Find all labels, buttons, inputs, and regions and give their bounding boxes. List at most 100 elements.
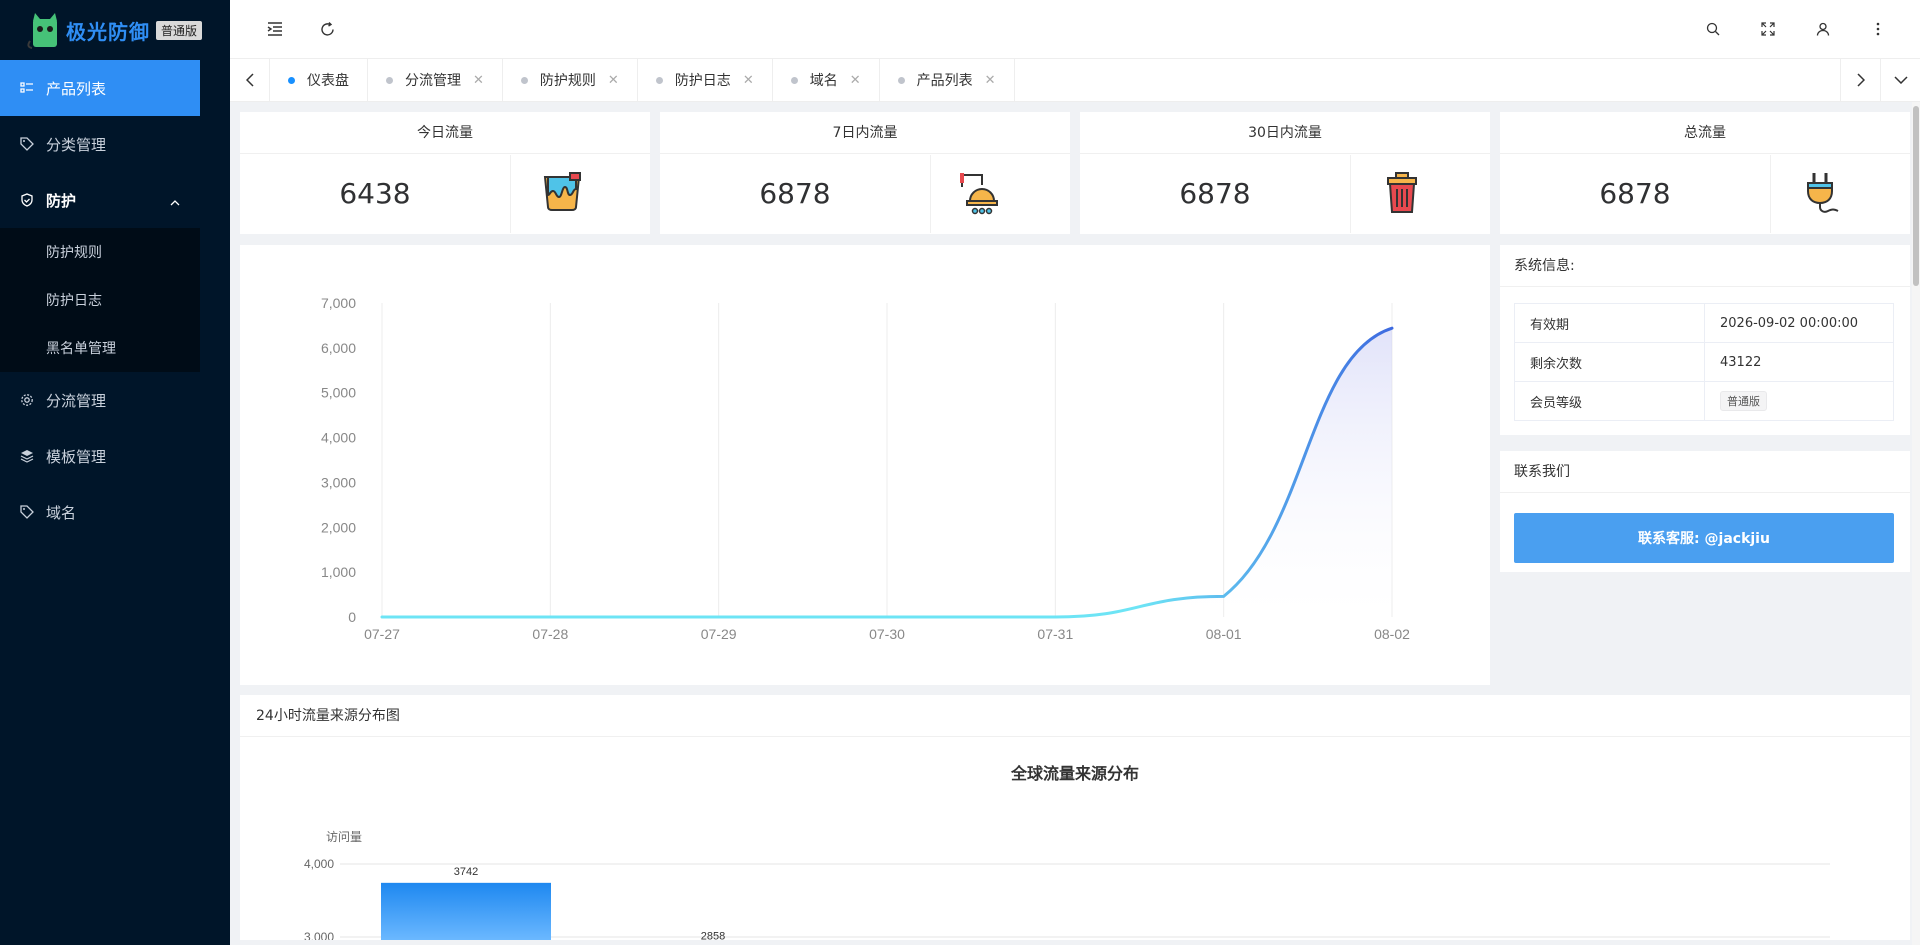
- sidebar-item-templates[interactable]: 模板管理: [0, 428, 230, 484]
- edition-badge: 普通版: [156, 20, 203, 40]
- more-vertical-icon[interactable]: [1868, 19, 1888, 39]
- close-icon[interactable]: ✕: [608, 73, 619, 88]
- y-tick-label: 4,000: [321, 430, 356, 446]
- scrollbar-thumb[interactable]: [1913, 106, 1919, 286]
- y-tick-label: 1,000: [321, 564, 356, 580]
- menu-fold-icon[interactable]: [265, 19, 285, 39]
- refresh-icon[interactable]: [317, 19, 337, 39]
- tab-protection-logs[interactable]: 防护日志 ✕: [638, 59, 773, 101]
- sidebar-item-label: 防护: [46, 191, 77, 210]
- tab-status-dot: [288, 76, 295, 84]
- sidebar-item-product-list[interactable]: 产品列表: [0, 60, 200, 116]
- close-icon[interactable]: ✕: [743, 73, 754, 88]
- logo[interactable]: 极光防御 普通版: [0, 0, 230, 60]
- data-label: 3742: [454, 866, 478, 878]
- x-tick-label: 07-28: [532, 626, 568, 642]
- tab-label: 防护规则: [539, 73, 596, 89]
- contact-title: 联系我们: [1500, 451, 1910, 493]
- tab-scroll-right-icon[interactable]: [1840, 59, 1880, 101]
- x-tick-label: 07-27: [364, 626, 400, 642]
- lamp-icon: [960, 173, 998, 215]
- close-icon[interactable]: ✕: [850, 73, 861, 88]
- tab-domain[interactable]: 域名 ✕: [773, 59, 880, 101]
- x-tick-label: 08-02: [1374, 626, 1410, 642]
- tab-traffic-split[interactable]: 分流管理 ✕: [368, 59, 503, 101]
- tab-label: 分流管理: [405, 73, 461, 89]
- system-info-title: 系统信息:: [1500, 245, 1910, 287]
- sidebar-item-label: 产品列表: [46, 79, 107, 98]
- close-icon[interactable]: ✕: [985, 73, 996, 88]
- y-tick-label: 7,000: [321, 295, 356, 311]
- info-value: 43122: [1704, 342, 1894, 382]
- stat-card-today: 今日流量 6438: [240, 112, 650, 234]
- panel-title: 24小时流量来源分布图: [240, 695, 1910, 737]
- search-icon[interactable]: [1703, 19, 1723, 39]
- stat-title: 30日内流量: [1080, 112, 1490, 154]
- traffic-trend-chart: 0 1,000 2,000 3,000 4,000 5,000 6,000 7,000 07-2…: [321, 295, 1410, 642]
- traffic-trend-card: 0 1,000 2,000 3,000 4,000 5,000 6,000 7,000 07-2…: [240, 245, 1490, 685]
- stat-card-7days: 7日内流量 6878: [660, 112, 1070, 234]
- list-icon: [20, 81, 34, 95]
- sidebar-item-label: 域名: [46, 503, 77, 522]
- contact-card: 联系我们 联系客服: @jackjiu: [1500, 451, 1910, 572]
- app-name: 极光防御: [66, 19, 150, 44]
- shield-icon: [20, 193, 34, 207]
- sidebar-item-protection[interactable]: 防护: [0, 172, 230, 228]
- tab-scroll-left-icon[interactable]: [230, 59, 270, 101]
- membership-tag: 普通版: [1720, 391, 1767, 411]
- y-tick-label: 6,000: [321, 340, 356, 356]
- sidebar-item-protection-logs[interactable]: 防护日志: [0, 276, 200, 324]
- fullscreen-icon[interactable]: [1758, 19, 1778, 39]
- info-label: 会员等级: [1514, 381, 1705, 421]
- y-tick-label: 2,000: [321, 519, 356, 535]
- stat-title: 7日内流量: [660, 112, 1070, 154]
- info-label: 有效期: [1514, 303, 1705, 343]
- tab-label: 仪表盘: [307, 73, 349, 89]
- tab-label: 域名: [809, 73, 838, 89]
- info-value: 2026-09-02 00:00:00: [1704, 303, 1894, 343]
- tab-list: 仪表盘 分流管理 ✕ 防护规则 ✕ 防护日志 ✕ 域名 ✕ 产品列表 ✕: [270, 59, 1015, 101]
- plug-icon: [1807, 173, 1839, 213]
- stat-card-30days: 30日内流量 6878: [1080, 112, 1490, 234]
- sidebar-item-traffic-split[interactable]: 分流管理: [0, 372, 230, 428]
- info-label: 剩余次数: [1514, 342, 1705, 382]
- page-scrollbar[interactable]: [1912, 102, 1920, 945]
- sidebar-item-domain[interactable]: 域名: [0, 484, 230, 540]
- contact-support-button[interactable]: 联系客服: @jackjiu: [1514, 513, 1894, 563]
- sidebar-item-label: 分流管理: [46, 391, 107, 410]
- tab-dashboard[interactable]: 仪表盘: [270, 59, 368, 101]
- sidebar-item-label: 分类管理: [46, 135, 107, 154]
- table-row: 会员等级 普通版: [1514, 381, 1894, 421]
- stat-title: 总流量: [1500, 112, 1910, 154]
- tab-status-dot: [386, 76, 393, 84]
- sidebar-item-category[interactable]: 分类管理: [0, 116, 230, 172]
- x-tick-label: 07-29: [701, 626, 737, 642]
- tab-bar: 仪表盘 分流管理 ✕ 防护规则 ✕ 防护日志 ✕ 域名 ✕ 产品列表 ✕: [230, 58, 1920, 102]
- stat-card-total: 总流量 6878: [1500, 112, 1910, 234]
- layers-icon: [20, 449, 34, 463]
- y-axis-label: 访问量: [326, 830, 362, 844]
- y-tick-label: 5,000: [321, 385, 356, 401]
- tab-protection-rules[interactable]: 防护规则 ✕: [503, 59, 638, 101]
- chart-title: 全球流量来源分布: [1010, 764, 1139, 783]
- y-tick-label: 3,000: [321, 474, 356, 490]
- gear-icon: [20, 393, 34, 407]
- table-row: 剩余次数 43122: [1514, 342, 1894, 382]
- tab-menu-chevron-down-icon[interactable]: [1880, 59, 1920, 101]
- x-tick-label: 08-01: [1206, 626, 1242, 642]
- submenu-protection: 防护规则 防护日志 黑名单管理: [0, 228, 200, 372]
- system-info-card: 系统信息: 有效期 2026-09-02 00:00:00 剩余次数 43122…: [1500, 245, 1910, 435]
- close-icon[interactable]: ✕: [473, 73, 484, 88]
- sidebar: 极光防御 普通版 产品列表 分类管理 防护 防护规则 防护日志 黑名单管理 分流…: [0, 0, 230, 945]
- sidebar-item-protection-rules[interactable]: 防护规则: [0, 228, 200, 276]
- tab-product-list[interactable]: 产品列表 ✕: [880, 59, 1015, 101]
- traffic-source-card: 24小时流量来源分布图 全球流量来源分布 访问量 4,000 3,000 3742 285…: [240, 695, 1910, 940]
- table-row: 有效期 2026-09-02 00:00:00: [1514, 303, 1894, 343]
- stat-title: 今日流量: [240, 112, 650, 154]
- tag-icon: [20, 137, 34, 151]
- user-icon[interactable]: [1813, 19, 1833, 39]
- data-label: 2858: [701, 930, 725, 940]
- x-tick-label: 07-31: [1037, 626, 1073, 642]
- paint-bucket-icon: [543, 172, 581, 211]
- sidebar-item-blacklist[interactable]: 黑名单管理: [0, 324, 200, 372]
